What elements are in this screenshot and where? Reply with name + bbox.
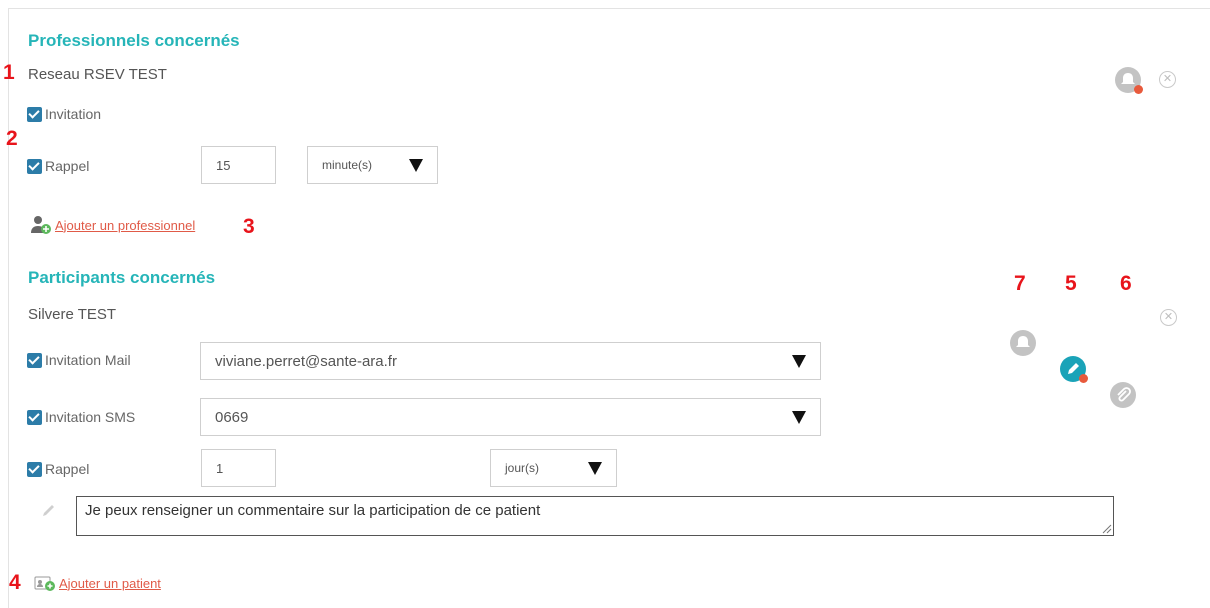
notification-dot (1134, 85, 1143, 94)
chevron-down-icon (792, 410, 806, 424)
chevron-down-icon (792, 354, 806, 368)
notification-dot (1079, 374, 1088, 383)
invitation-label: Invitation (45, 106, 102, 122)
professionals-title: Professionnels concernés (28, 31, 240, 50)
bell-icon[interactable] (1115, 67, 1143, 94)
professional-rappel-unit-value: minute(s) (322, 158, 373, 172)
invitation-mail-checkbox[interactable] (27, 352, 42, 368)
invitation-mail-label: Invitation Mail (45, 352, 131, 368)
participants-title: Participants concernés (28, 268, 216, 287)
marker-6: 6 (1120, 272, 1132, 295)
pencil-icon[interactable] (1060, 356, 1088, 383)
participant-rappel-checkbox[interactable] (27, 461, 42, 477)
marker-3: 3 (243, 215, 255, 238)
paperclip-icon[interactable] (1110, 382, 1136, 408)
add-professional-link-row[interactable]: Ajouter un professionnel (30, 215, 195, 235)
invitation-mail-value: viviane.perret@sante-ara.fr (215, 352, 397, 370)
close-icon[interactable]: ✕ (1159, 71, 1176, 88)
resize-handle-icon[interactable] (1100, 522, 1112, 534)
invitation-sms-label: Invitation SMS (45, 409, 136, 425)
invitation-sms-select[interactable]: 0669 (200, 398, 821, 436)
professional-name: Reseau RSEV TEST (28, 66, 167, 83)
chevron-down-icon (409, 158, 423, 172)
professional-rappel-label: Rappel (45, 158, 90, 174)
marker-7: 7 (1014, 272, 1026, 295)
add-patient-link-row[interactable]: Ajouter un patient (34, 574, 161, 592)
invitation-mail-row[interactable]: Invitation Mail (27, 352, 131, 368)
close-icon[interactable]: ✕ (1160, 309, 1177, 326)
participant-rappel-value-input[interactable]: 1 (201, 449, 276, 487)
participant-name: Silvere TEST (28, 306, 117, 323)
professional-rappel-unit-select[interactable]: minute(s) (307, 146, 438, 184)
participation-comment-textarea[interactable]: Je peux renseigner un commentaire sur la… (76, 496, 1114, 536)
invitation-mail-select[interactable]: viviane.perret@sante-ara.fr (200, 342, 821, 380)
participant-rappel-unit-select[interactable]: jour(s) (490, 449, 617, 487)
professional-rappel-checkbox[interactable] (27, 158, 42, 174)
add-patient-icon (34, 576, 55, 591)
marker-1: 1 (3, 61, 15, 84)
invitation-sms-row[interactable]: Invitation SMS (27, 409, 135, 425)
participant-rappel-unit-value: jour(s) (505, 461, 540, 475)
marker-4: 4 (9, 571, 21, 594)
invitation-sms-checkbox[interactable] (27, 409, 42, 425)
add-user-icon (31, 216, 51, 234)
bell-icon[interactable] (1010, 330, 1036, 356)
professional-rappel-row[interactable]: Rappel (27, 158, 89, 174)
pencil-icon (43, 505, 54, 516)
add-professional-link[interactable]: Ajouter un professionnel (55, 218, 195, 233)
invitation-checkbox[interactable] (27, 106, 42, 122)
participant-rappel-label: Rappel (45, 461, 90, 477)
chevron-down-icon (588, 461, 602, 475)
marker-5: 5 (1065, 272, 1077, 295)
marker-2: 2 (6, 127, 18, 150)
add-patient-link[interactable]: Ajouter un patient (59, 576, 161, 591)
participant-rappel-row[interactable]: Rappel (27, 461, 89, 477)
invitation-sms-value: 0669 (215, 408, 249, 426)
professional-rappel-value-input[interactable]: 15 (201, 146, 276, 184)
invitation-checkbox-row[interactable]: Invitation (27, 106, 101, 122)
